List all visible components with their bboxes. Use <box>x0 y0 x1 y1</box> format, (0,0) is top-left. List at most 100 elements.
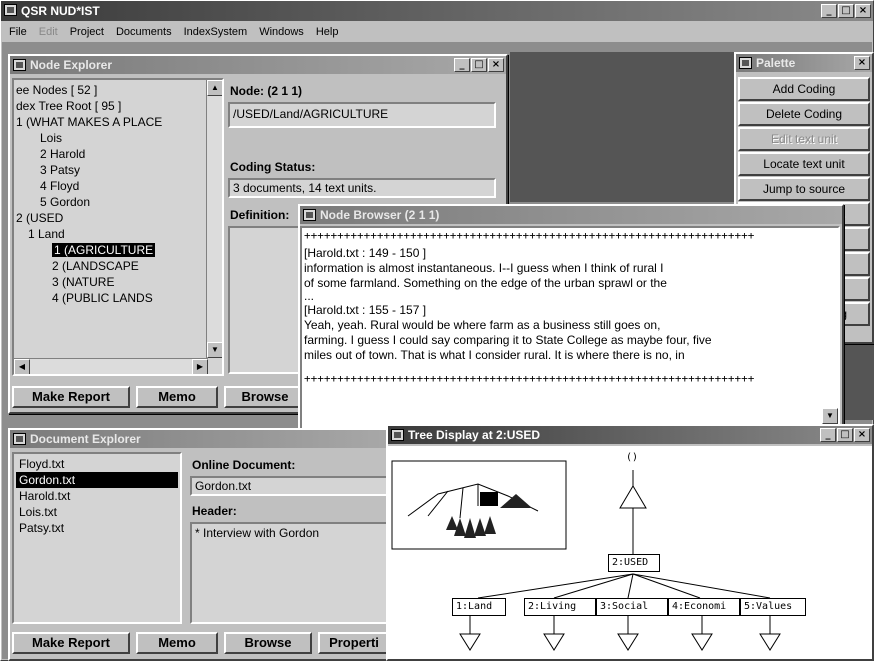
online-document-field[interactable]: Gordon.txt <box>190 476 390 496</box>
palette-button-edit-text-unit[interactable]: Edit text unit <box>738 127 870 151</box>
tree-item[interactable]: 3 (NATURE <box>16 274 206 290</box>
tree-item[interactable]: ee Nodes [ 52 ] <box>16 82 206 98</box>
definition-label: Definition: <box>230 208 290 222</box>
palette-button-delete-coding[interactable]: Delete Coding <box>738 102 870 126</box>
app-title: QSR NUD*IST <box>21 4 100 18</box>
palette-button-locate-text-unit[interactable]: Locate text unit <box>738 152 870 176</box>
tree-display-window: Tree Display at 2:USED _ □ × () 2:USED 1… <box>386 424 874 661</box>
tree-canvas[interactable]: () 2:USED 1:Land 2:Living 3:Social 4:Eco… <box>388 446 872 659</box>
app-icon <box>4 4 17 16</box>
dark-panel <box>510 52 770 202</box>
browse-button[interactable]: Browse <box>224 386 306 408</box>
definition-field[interactable] <box>228 226 308 374</box>
document-item[interactable]: Floyd.txt <box>16 456 178 472</box>
menu-bar: File Edit Project Documents IndexSystem … <box>1 23 873 42</box>
coding-status-field: 3 documents, 14 text units. <box>228 178 496 198</box>
tree-item[interactable]: 4 Floyd <box>16 178 206 194</box>
tree-item[interactable]: 1 Land <box>16 226 206 242</box>
header-field[interactable]: * Interview with Gordon <box>190 522 390 624</box>
minimize-icon[interactable]: _ <box>454 58 470 72</box>
coding-status-label: Coding Status: <box>230 160 316 174</box>
maximize-icon[interactable]: □ <box>838 4 854 18</box>
root-triangle-icon <box>619 485 647 509</box>
tree-item[interactable]: 2 (USED <box>16 210 206 226</box>
tree-overview-map[interactable] <box>388 446 872 659</box>
tree-item[interactable]: 1 (WHAT MAKES A PLACE <box>16 114 206 130</box>
menu-help[interactable]: Help <box>316 23 339 42</box>
maximize-icon[interactable]: □ <box>471 58 487 72</box>
menu-indexsystem[interactable]: IndexSystem <box>184 23 248 42</box>
tree-node-living[interactable]: 2:Living <box>524 598 596 616</box>
collapsed-triangle-icon <box>543 633 565 651</box>
make-report-button[interactable]: Make Report <box>12 386 130 408</box>
separator-line: ++++++++++++++++++++++++++++++++++++++++… <box>304 229 755 242</box>
scroll-down-icon[interactable]: ▼ <box>822 408 838 424</box>
tree-vscroll[interactable]: ▲ ▼ <box>206 80 222 358</box>
text-line: farming. I guess I could say comparing i… <box>304 333 712 347</box>
tree-item[interactable]: 1 (AGRICULTURE <box>16 242 206 258</box>
header-label: Header: <box>192 504 237 518</box>
tree-item[interactable]: 3 Patsy <box>16 162 206 178</box>
text-line: miles out of town. That is what I consid… <box>304 348 685 362</box>
root-label: () <box>626 452 639 463</box>
close-icon[interactable]: × <box>854 428 870 442</box>
node-path-field[interactable]: /USED/Land/AGRICULTURE <box>228 102 496 128</box>
minimize-icon[interactable]: _ <box>821 4 837 18</box>
window-icon <box>13 433 26 445</box>
node-browser-window: Node Browser (2 1 1) +++++++++++++++++++… <box>298 204 844 448</box>
scroll-right-icon[interactable]: ▶ <box>192 359 208 374</box>
close-icon[interactable]: × <box>854 56 870 70</box>
tree-node-land[interactable]: 1:Land <box>452 598 506 616</box>
window-icon <box>739 57 752 69</box>
menu-file[interactable]: File <box>9 23 27 42</box>
scroll-left-icon[interactable]: ◀ <box>14 359 30 374</box>
tree-node-values[interactable]: 5:Values <box>740 598 806 616</box>
document-item[interactable]: Harold.txt <box>16 488 178 504</box>
palette-title-bar[interactable]: Palette × <box>736 54 872 72</box>
tree-item[interactable]: 5 Gordon <box>16 194 206 210</box>
memo-button[interactable]: Memo <box>136 632 218 654</box>
node-browser-text[interactable]: ++++++++++++++++++++++++++++++++++++++++… <box>300 226 840 432</box>
node-explorer-title-bar[interactable]: Node Explorer _ □ × <box>10 56 506 74</box>
menu-windows[interactable]: Windows <box>259 23 304 42</box>
memo-button[interactable]: Memo <box>136 386 218 408</box>
close-icon[interactable]: × <box>488 58 504 72</box>
online-document-label: Online Document: <box>192 458 296 472</box>
document-list[interactable]: Floyd.txt Gordon.txt Harold.txt Lois.txt Pat… <box>12 452 182 624</box>
menu-documents[interactable]: Documents <box>116 23 172 42</box>
properties-button[interactable]: Properti <box>318 632 390 654</box>
document-item[interactable]: Lois.txt <box>16 504 178 520</box>
scroll-down-icon[interactable]: ▼ <box>207 342 222 358</box>
palette-button-jump-to-source[interactable]: Jump to source <box>738 177 870 201</box>
tree-item[interactable]: dex Tree Root [ 95 ] <box>16 98 206 114</box>
browser-vscroll[interactable]: ▼ <box>822 408 838 424</box>
tree-item[interactable]: Lois <box>16 130 206 146</box>
tree-display-title-bar[interactable]: Tree Display at 2:USED _ □ × <box>388 426 872 444</box>
tree-node-used[interactable]: 2:USED <box>608 554 660 572</box>
palette-title: Palette <box>756 56 796 70</box>
tree-node-economi[interactable]: 4:Economi <box>668 598 740 616</box>
app-title-bar[interactable]: QSR NUD*IST _ □ × <box>1 1 873 21</box>
scroll-up-icon[interactable]: ▲ <box>207 80 222 96</box>
tree-item[interactable]: 4 (PUBLIC LANDS <box>16 290 206 306</box>
tree-display-title: Tree Display at 2:USED <box>408 428 541 442</box>
palette-button-add-coding[interactable]: Add Coding <box>738 77 870 101</box>
make-report-button[interactable]: Make Report <box>12 632 130 654</box>
collapsed-triangle-icon <box>691 633 713 651</box>
tree-item[interactable]: 2 Harold <box>16 146 206 162</box>
tree-hscroll[interactable]: ◀ ▶ <box>14 358 208 374</box>
maximize-icon[interactable]: □ <box>837 428 853 442</box>
node-tree[interactable]: ee Nodes [ 52 ] dex Tree Root [ 95 ] 1 (WH… <box>12 78 224 376</box>
tree-node-social[interactable]: 3:Social <box>596 598 668 616</box>
menu-edit[interactable]: Edit <box>39 23 58 42</box>
menu-project[interactable]: Project <box>70 23 104 42</box>
tree-item[interactable]: 2 (LANDSCAPE <box>16 258 206 274</box>
close-icon[interactable]: × <box>855 4 871 18</box>
document-explorer-title-bar[interactable]: Document Explorer <box>10 430 390 448</box>
minimize-icon[interactable]: _ <box>820 428 836 442</box>
document-item[interactable]: Gordon.txt <box>16 472 178 488</box>
document-item[interactable]: Patsy.txt <box>16 520 178 536</box>
browse-button[interactable]: Browse <box>224 632 312 654</box>
node-browser-title-bar[interactable]: Node Browser (2 1 1) <box>300 206 842 224</box>
text-line: ... <box>304 289 315 303</box>
